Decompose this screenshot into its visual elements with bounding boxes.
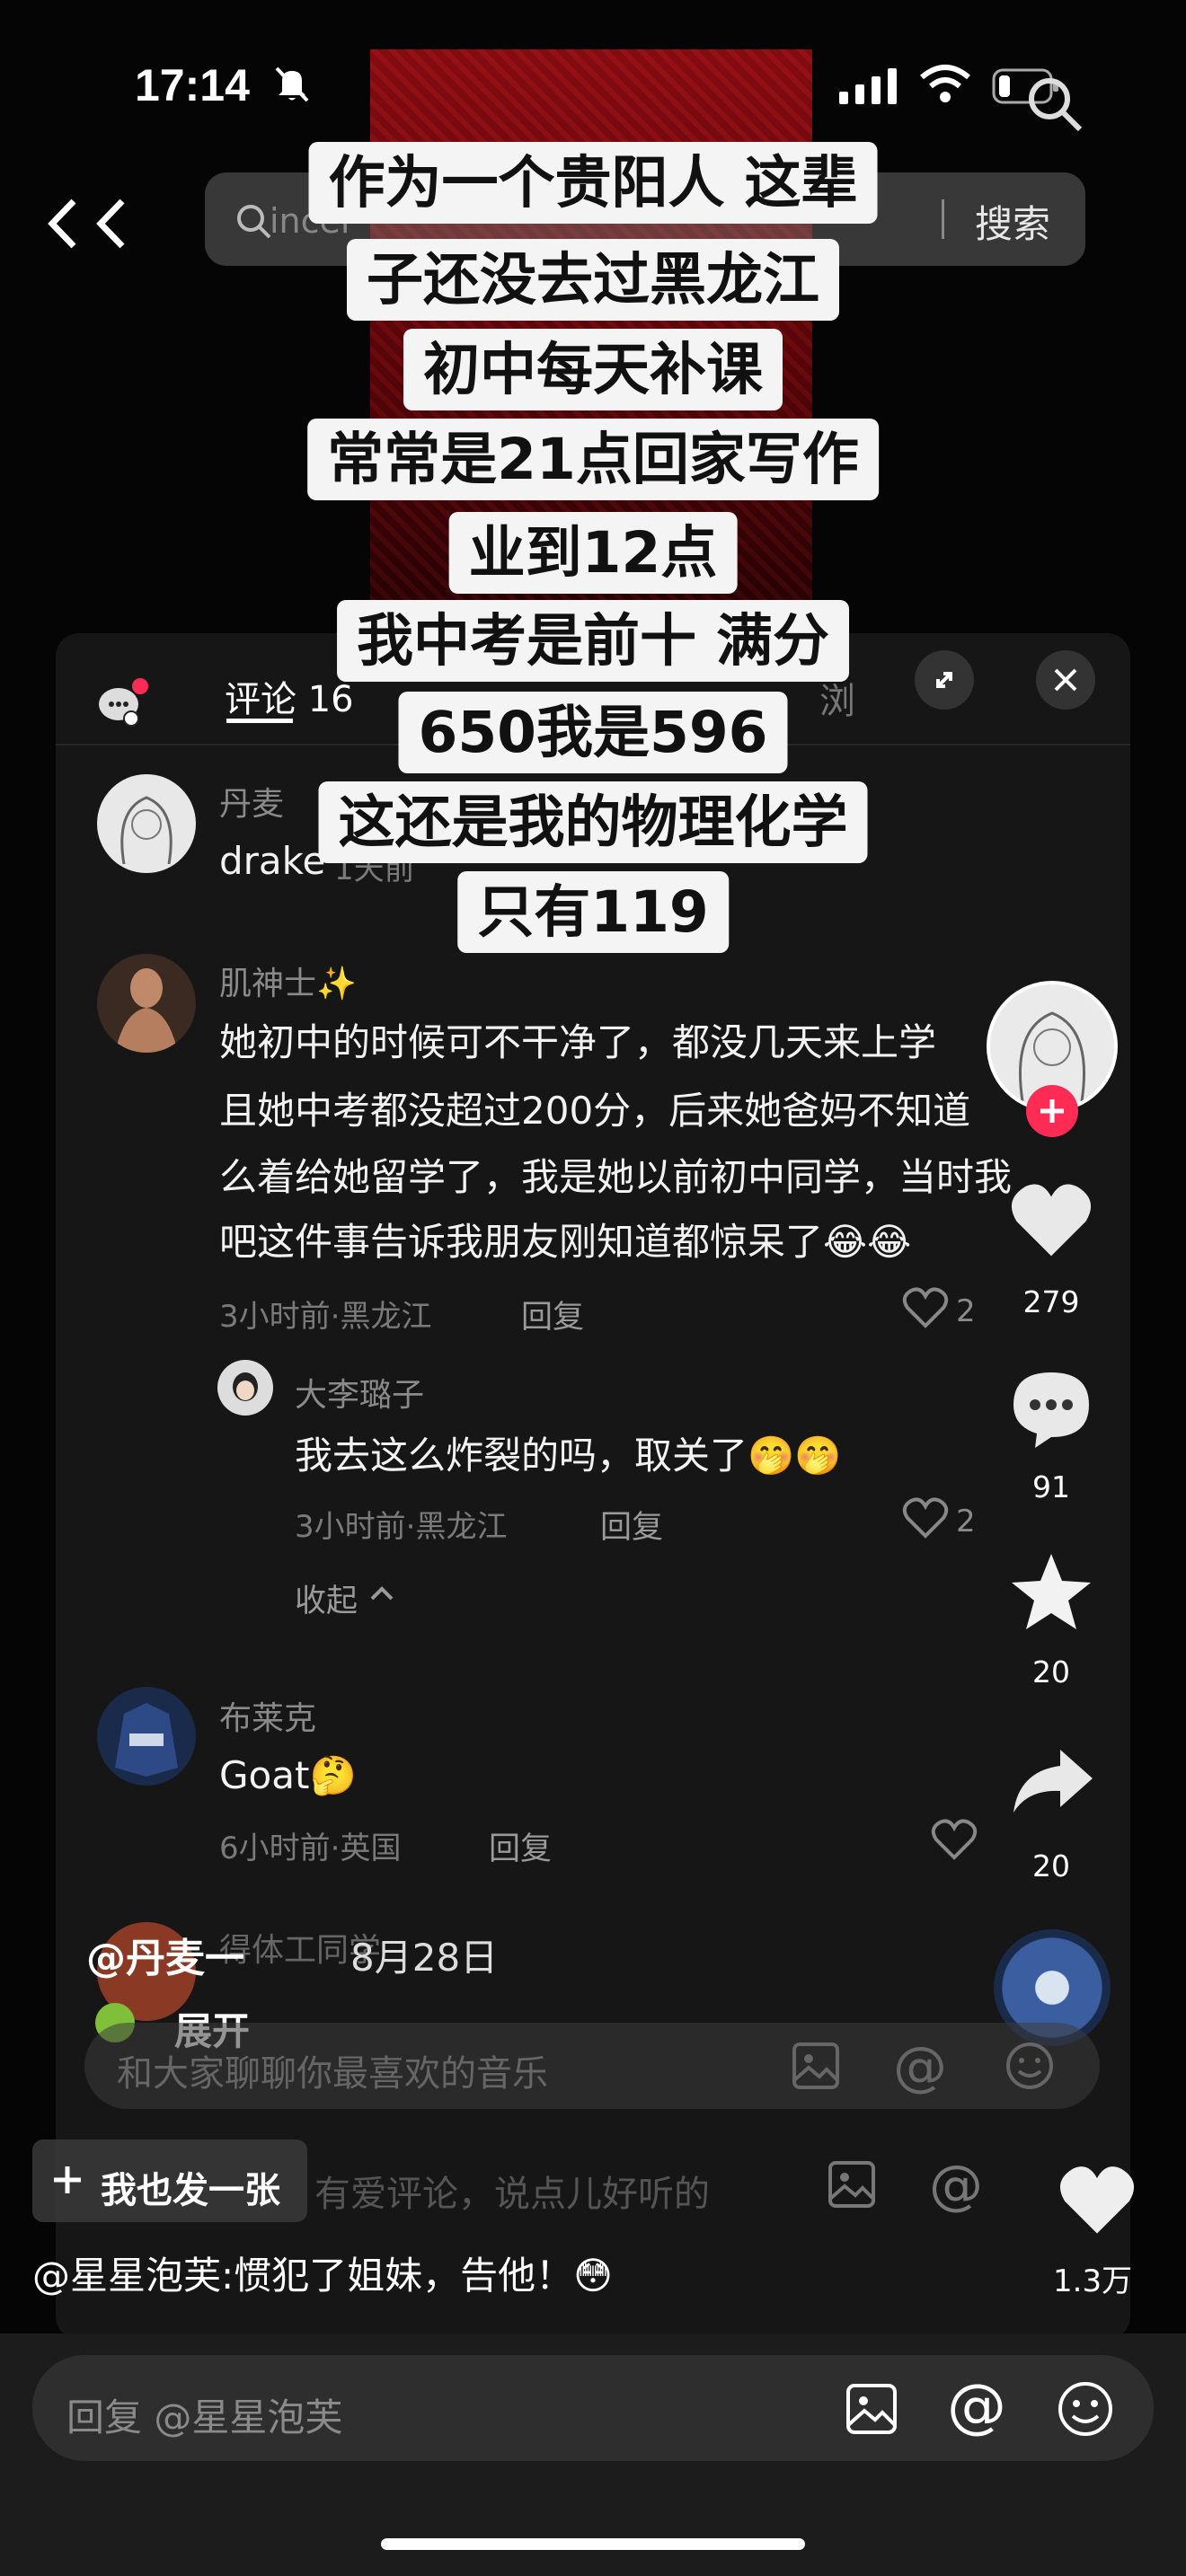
caption-line: 650我是596 [398,692,788,773]
status-time: 17:14 [135,60,250,110]
tab-comments[interactable]: 评论 16 [225,670,354,722]
image-icon[interactable] [845,2382,898,2439]
caption-line: 子还没去过黑龙江 [347,239,839,321]
post-date: 8月28日 [350,1936,499,1980]
heart-outline-icon[interactable] [931,1818,978,1865]
heart-icon[interactable] [1008,1180,1094,1263]
caption-line: 初中每天补课 [403,329,783,410]
heart-outline-icon[interactable] [902,1496,949,1543]
caption-line: 这还是我的物理化学 [318,781,868,863]
comment-text: Goat🤔 [219,1753,357,1797]
reply-text: 我去这么炸裂的吗，取关了🤭🤭 [295,1434,842,1478]
image-icon[interactable] [791,2041,841,2095]
at-icon[interactable]: @ [929,2154,983,2217]
top-comment[interactable]: @星星泡芙:惯犯了姐妹，告他！😳 [32,2245,613,2300]
reply-meta: 3小时前·黑龙江 [295,1509,508,1545]
collapse-button[interactable]: 收起 [295,1575,358,1621]
emoji-icon[interactable] [1005,2041,1055,2095]
comment-bubble-icon[interactable] [1008,1365,1094,1455]
share-count: 20 [1032,1848,1070,1883]
zoom-search-icon[interactable] [1022,72,1085,138]
search-divider [942,199,944,239]
comment-meta: 6小时前·英国 [219,1831,402,1866]
search-icon [235,203,271,243]
chevron-up-icon[interactable] [368,1583,395,1608]
avatar[interactable] [97,954,196,1053]
reply-username[interactable]: 大李璐子 [295,1369,424,1416]
music-input[interactable]: 和大家聊聊你最喜欢的音乐 [117,2044,548,2096]
caption-line: 业到12点 [448,512,738,594]
close-icon[interactable] [1036,650,1095,710]
signal-icon [839,68,902,108]
reply-button[interactable]: 回复 [521,1292,584,1337]
faded-comment-input[interactable]: 有爱评论，说点儿好听的 [314,2165,710,2217]
home-indicator[interactable] [381,2538,805,2550]
search-button[interactable]: 搜索 [975,194,1050,249]
star-icon[interactable] [1010,1550,1093,1636]
ai-chat-icon[interactable] [95,675,149,733]
like-count: 279 [1022,1284,1080,1319]
comment-text-line: 吧这件事告诉我朋友刚知道都惊呆了😂😂 [219,1220,912,1264]
mute-bell-icon [271,63,313,108]
emoji-icon[interactable] [1057,2380,1114,2441]
avatar[interactable] [97,774,196,873]
comment-username[interactable]: 丹麦 [219,778,284,825]
avatar[interactable] [97,1687,196,1786]
expand-icon[interactable] [915,650,974,710]
share-arrow-icon[interactable] [1010,1746,1096,1820]
reply-button[interactable]: 回复 [489,1823,552,1869]
follow-plus-button[interactable] [1026,1085,1078,1137]
comment-text: drake [219,839,326,883]
like-count: 2 [956,1293,976,1329]
heart-outline-icon[interactable] [902,1286,949,1333]
comment-meta: 3小时前·黑龙江 [219,1299,432,1335]
caption-line: 我中考是前十 满分 [337,600,849,682]
comment-count: 91 [1032,1469,1070,1504]
comment-text-line: 么着给她留学了，我是她以前初中同学，当时我 [219,1155,1013,1199]
share-photo-label: 我也发一张 [101,2170,280,2211]
reply-input[interactable]: 回复 @星星泡芙 [66,2387,342,2442]
plus-icon [50,2163,84,2201]
comment-text-line: 她初中的时候可不干净了，都没几天来上学 [219,1020,937,1064]
avatar[interactable] [217,1360,273,1416]
tab-underline [226,719,293,723]
wifi-icon [918,63,972,108]
comment-username[interactable]: 肌神士✨ [219,957,357,1004]
favorite-count: 20 [1032,1654,1070,1689]
comment-username[interactable]: 布莱克 [219,1692,316,1739]
comment-text-line: 且她中考都没超过200分，后来她爸妈不知道 [219,1089,971,1133]
like-count: 2 [956,1504,976,1539]
heart-icon[interactable] [1057,2163,1137,2240]
back-icon[interactable] [45,194,144,257]
at-icon[interactable]: @ [893,2035,947,2098]
caption-line: 只有119 [457,871,729,953]
image-icon[interactable] [827,2159,877,2213]
main-like-count: 1.3万 [1053,2263,1133,2299]
at-icon[interactable]: @ [947,2371,1006,2440]
caption-line: 常常是21点回家写作 [307,419,879,500]
author-handle[interactable]: @丹麦一 [86,1926,244,1983]
reply-button[interactable]: 回复 [600,1502,663,1548]
caption-line: 作为一个贵阳人 这辈 [308,142,878,224]
